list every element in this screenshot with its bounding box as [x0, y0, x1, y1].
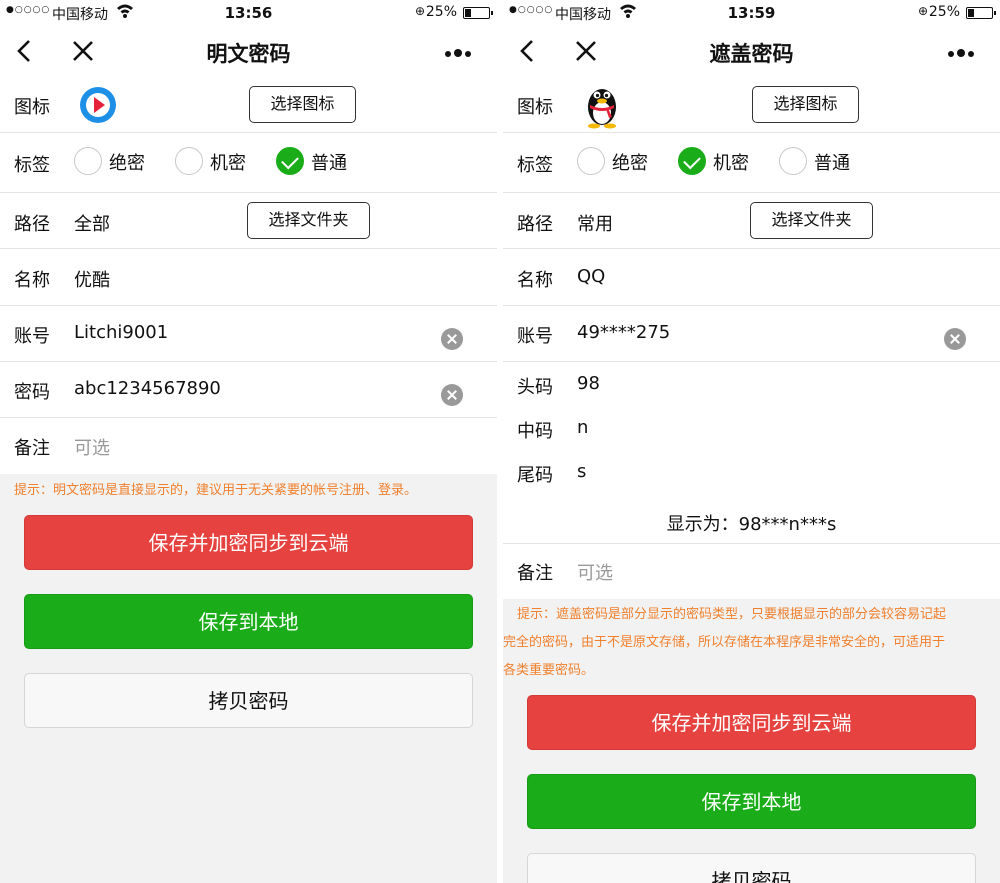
radio-label: 机密 [210, 153, 246, 174]
clear-icon[interactable] [944, 328, 966, 350]
account-row: 账号 Litchi9001 [0, 306, 497, 362]
copy-password-button[interactable]: 拷贝密码 [24, 673, 473, 728]
radio-checked-icon [678, 147, 706, 175]
path-label: 路径 [517, 214, 553, 235]
password-label: 密码 [14, 382, 50, 403]
nav-bar: 遮盖密码 [503, 26, 1000, 76]
path-value: 全部 [74, 214, 110, 235]
note-input[interactable]: 可选 [577, 559, 613, 585]
mid-code-input[interactable]: n [577, 417, 588, 438]
tail-code-label: 尾码 [517, 465, 553, 486]
path-row: 路径 常用 选择文件夹 [503, 193, 1000, 249]
tag-row: 标签 绝密 机密 普通 [0, 133, 497, 193]
path-value: 常用 [577, 214, 613, 235]
icon-row: 图标 选择图标 [503, 76, 1000, 133]
radio-label: 绝密 [109, 153, 145, 174]
radio-checked-icon [276, 147, 304, 175]
tag-row: 标签 绝密 机密 普通 [503, 133, 1000, 193]
password-input[interactable]: abc1234567890 [74, 378, 221, 399]
path-row: 路径 全部 选择文件夹 [0, 193, 497, 249]
rotation-lock-icon: ⊕ [917, 4, 928, 18]
save-local-button[interactable]: 保存到本地 [527, 774, 976, 829]
copy-password-button[interactable]: 拷贝密码 [527, 853, 976, 883]
name-input[interactable]: 优酷 [74, 266, 110, 292]
name-row: 名称 优酷 [0, 249, 497, 306]
name-label: 名称 [517, 270, 553, 291]
battery-icon [463, 7, 493, 19]
account-label: 账号 [517, 326, 553, 347]
choose-folder-button[interactable]: 选择文件夹 [750, 202, 873, 239]
save-cloud-button[interactable]: 保存并加密同步到云端 [527, 695, 976, 750]
tag-label: 标签 [517, 155, 553, 176]
mid-code-label: 中码 [517, 421, 553, 442]
status-bar: ●○○○○ 中国移动 13:56 ⊕ 25% [0, 0, 497, 26]
clear-icon[interactable] [441, 384, 463, 406]
radio-circle [175, 147, 203, 175]
radio-circle [577, 147, 605, 175]
page-title: 明文密码 [206, 42, 291, 66]
head-code-label: 头码 [517, 377, 553, 398]
masked-preview: 显示为：98***n***s [666, 514, 837, 535]
battery-percent: 25% [928, 4, 960, 20]
page-title: 遮盖密码 [709, 42, 794, 66]
plaintext-password-screen: ●○○○○ 中国移动 13:56 ⊕ 25% 明文密码 图标 选择图标 标签 绝… [0, 0, 497, 883]
battery-level [465, 9, 471, 17]
name-input[interactable]: QQ [577, 266, 605, 287]
note-label: 备注 [14, 438, 50, 459]
hint-line: 完全的密码，由于不是原文存储，所以存储在本程序是非常安全的，可适用于 [503, 635, 946, 650]
masked-password-screen: ●○○○○ 中国移动 13:59 ⊕ 25% 遮盖密码 图标 选择图标 标签 绝… [503, 0, 1000, 883]
note-row: 备注 可选 [0, 418, 497, 474]
account-input[interactable]: 49****275 [577, 322, 670, 343]
tail-code-input[interactable]: s [577, 461, 586, 482]
more-menu-icon[interactable] [445, 42, 479, 58]
password-row: 密码 abc1234567890 [0, 362, 497, 418]
account-label: 账号 [14, 326, 50, 347]
icon-label: 图标 [517, 97, 553, 118]
choose-icon-button[interactable]: 选择图标 [249, 86, 356, 123]
radio-label: 普通 [814, 153, 850, 174]
save-cloud-button[interactable]: 保存并加密同步到云端 [24, 515, 473, 570]
radio-label: 绝密 [612, 153, 648, 174]
note-input[interactable]: 可选 [74, 434, 110, 460]
icon-label: 图标 [14, 97, 50, 118]
qq-penguin-icon [588, 89, 616, 129]
note-label: 备注 [517, 563, 553, 584]
hint-text: 提示：遮盖密码是部分显示的密码类型，只要根据显示的部分会较容易记起 完全的密码，… [503, 601, 1000, 685]
tag-label: 标签 [14, 155, 50, 176]
name-label: 名称 [14, 270, 50, 291]
icon-row: 图标 选择图标 [0, 76, 497, 133]
more-menu-icon[interactable] [948, 42, 982, 58]
battery-level [968, 9, 974, 17]
name-row: 名称 QQ [503, 249, 1000, 306]
account-input[interactable]: Litchi9001 [74, 322, 168, 343]
radio-circle [74, 147, 102, 175]
status-bar: ●○○○○ 中国移动 13:59 ⊕ 25% [503, 0, 1000, 26]
rotation-lock-icon: ⊕ [414, 4, 425, 18]
radio-label: 机密 [713, 153, 749, 174]
save-local-button[interactable]: 保存到本地 [24, 594, 473, 649]
head-code-input[interactable]: 98 [577, 373, 600, 394]
note-row: 备注 可选 [503, 544, 1000, 599]
radio-label: 普通 [311, 153, 347, 174]
hint-text: 提示：明文密码是直接显示的，建议用于无关紧要的帐号注册、登录。 [14, 483, 418, 498]
battery-percent: 25% [425, 4, 457, 20]
radio-circle [779, 147, 807, 175]
choose-icon-button[interactable]: 选择图标 [752, 86, 859, 123]
nav-bar: 明文密码 [0, 26, 497, 76]
account-row: 账号 49****275 [503, 306, 1000, 362]
mask-code-block: 头码 98 中码 n 尾码 s 显示为：98***n***s [503, 362, 1000, 544]
battery-icon [966, 7, 996, 19]
clear-icon[interactable] [441, 328, 463, 350]
hint-line: 提示：遮盖密码是部分显示的密码类型，只要根据显示的部分会较容易记起 [517, 607, 947, 622]
choose-folder-button[interactable]: 选择文件夹 [247, 202, 370, 239]
path-label: 路径 [14, 214, 50, 235]
youku-icon [76, 83, 120, 127]
hint-line: 各类重要密码。 [503, 663, 595, 678]
